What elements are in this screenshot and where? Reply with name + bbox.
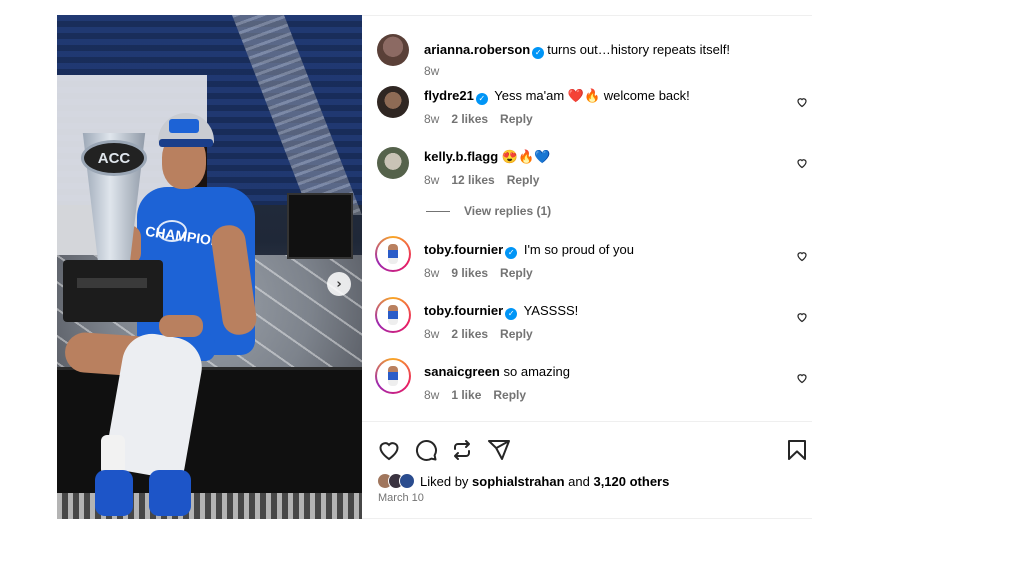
- avatar[interactable]: [377, 34, 409, 66]
- liked-by-user[interactable]: sophialstrahan: [472, 474, 564, 489]
- shoe: [95, 470, 133, 516]
- caption: arianna.roberson ✓ turns out…history repea…: [362, 32, 812, 88]
- heart-icon[interactable]: [796, 311, 808, 323]
- comment-username[interactable]: toby.fournier: [424, 303, 503, 318]
- reply-button[interactable]: Reply: [507, 173, 540, 187]
- shoe: [149, 470, 191, 516]
- heart-icon[interactable]: [796, 96, 808, 108]
- verified-badge-icon: ✓: [475, 93, 488, 105]
- likes-others[interactable]: 3,120 others: [593, 474, 669, 489]
- repost-icon[interactable]: [450, 438, 474, 462]
- trophy-base: [63, 260, 163, 322]
- heart-icon[interactable]: [377, 438, 401, 462]
- comment-text: Yess ma'am ❤️🔥 welcome back!: [494, 88, 690, 103]
- post-photo[interactable]: CHAMPIONS ACC ›: [57, 15, 362, 519]
- comment-time: 8w: [424, 266, 440, 280]
- comment-likes[interactable]: 1 like: [451, 388, 481, 402]
- comment: toby.fournier ✓ I'm so proud of you 8w 9 l…: [362, 236, 812, 296]
- comment-username[interactable]: sanaicgreen: [424, 364, 500, 379]
- comment-icon[interactable]: [414, 438, 438, 462]
- comment: flydre21 ✓ Yess ma'am ❤️🔥 welcome back! 8…: [362, 86, 812, 142]
- avatar[interactable]: [375, 236, 411, 272]
- bookmark-icon[interactable]: [785, 438, 809, 462]
- caption-text: turns out…history repeats itself!: [547, 42, 731, 57]
- comment-time: 8w: [424, 388, 440, 402]
- comments-panel: arianna.roberson ✓ turns out…history repea…: [362, 15, 812, 519]
- cap-logo: [169, 119, 199, 133]
- caption-time: 8w: [424, 64, 440, 78]
- trophy-emblem: ACC: [81, 140, 147, 176]
- verified-badge-icon: ✓: [532, 47, 545, 59]
- comment-likes[interactable]: 2 likes: [451, 327, 488, 341]
- comment-username[interactable]: toby.fournier: [424, 242, 503, 257]
- comment-username[interactable]: flydre21: [424, 88, 474, 103]
- verified-badge-icon: ✓: [505, 247, 518, 259]
- heart-icon[interactable]: [796, 250, 808, 262]
- reply-button[interactable]: Reply: [493, 388, 526, 402]
- verified-badge-icon: ✓: [505, 308, 518, 320]
- player-hand: [159, 315, 203, 337]
- comment-text: 😍🔥💙: [501, 149, 551, 164]
- avatar[interactable]: [377, 86, 409, 118]
- likes-summary: Liked by sophialstrahan and 3,120 others: [377, 472, 669, 490]
- scorer-table: [287, 193, 353, 259]
- heart-icon[interactable]: [796, 372, 808, 384]
- avatar[interactable]: [377, 147, 409, 179]
- comment: toby.fournier ✓ YASSSS! 8w 2 likes Reply: [362, 297, 812, 357]
- comment: sanaicgreen so amazing 8w 1 like Reply: [362, 358, 812, 418]
- post-date[interactable]: March 10: [378, 492, 424, 504]
- comment-text: so amazing: [503, 364, 570, 379]
- heart-icon[interactable]: [796, 157, 808, 169]
- comment-text: YASSSS!: [523, 303, 579, 318]
- caption-username[interactable]: arianna.roberson: [424, 42, 530, 57]
- share-icon[interactable]: [487, 438, 511, 462]
- comment-text: I'm so proud of you: [523, 242, 634, 257]
- comment-time: 8w: [424, 327, 440, 341]
- comment-username[interactable]: kelly.b.flagg: [424, 149, 498, 164]
- comment: kelly.b.flagg 😍🔥💙 8w 12 likes Reply: [362, 147, 812, 203]
- chevron-right-icon[interactable]: ›: [327, 272, 351, 296]
- reply-button[interactable]: Reply: [500, 327, 533, 341]
- avatar[interactable]: [375, 358, 411, 394]
- instagram-post: CHAMPIONS ACC › arianna.roberson ✓ turns o…: [57, 15, 812, 519]
- sock: [101, 435, 125, 475]
- comment-likes[interactable]: 9 likes: [451, 266, 488, 280]
- comment-time: 8w: [424, 112, 440, 126]
- comment-likes[interactable]: 2 likes: [451, 112, 488, 126]
- avatar[interactable]: [375, 297, 411, 333]
- action-bar: [362, 421, 812, 471]
- avatar: [399, 473, 415, 489]
- comment-time: 8w: [424, 173, 440, 187]
- view-replies-button[interactable]: View replies (1): [426, 204, 551, 218]
- comment-likes[interactable]: 12 likes: [451, 173, 494, 187]
- reply-button[interactable]: Reply: [500, 266, 533, 280]
- reply-button[interactable]: Reply: [500, 112, 533, 126]
